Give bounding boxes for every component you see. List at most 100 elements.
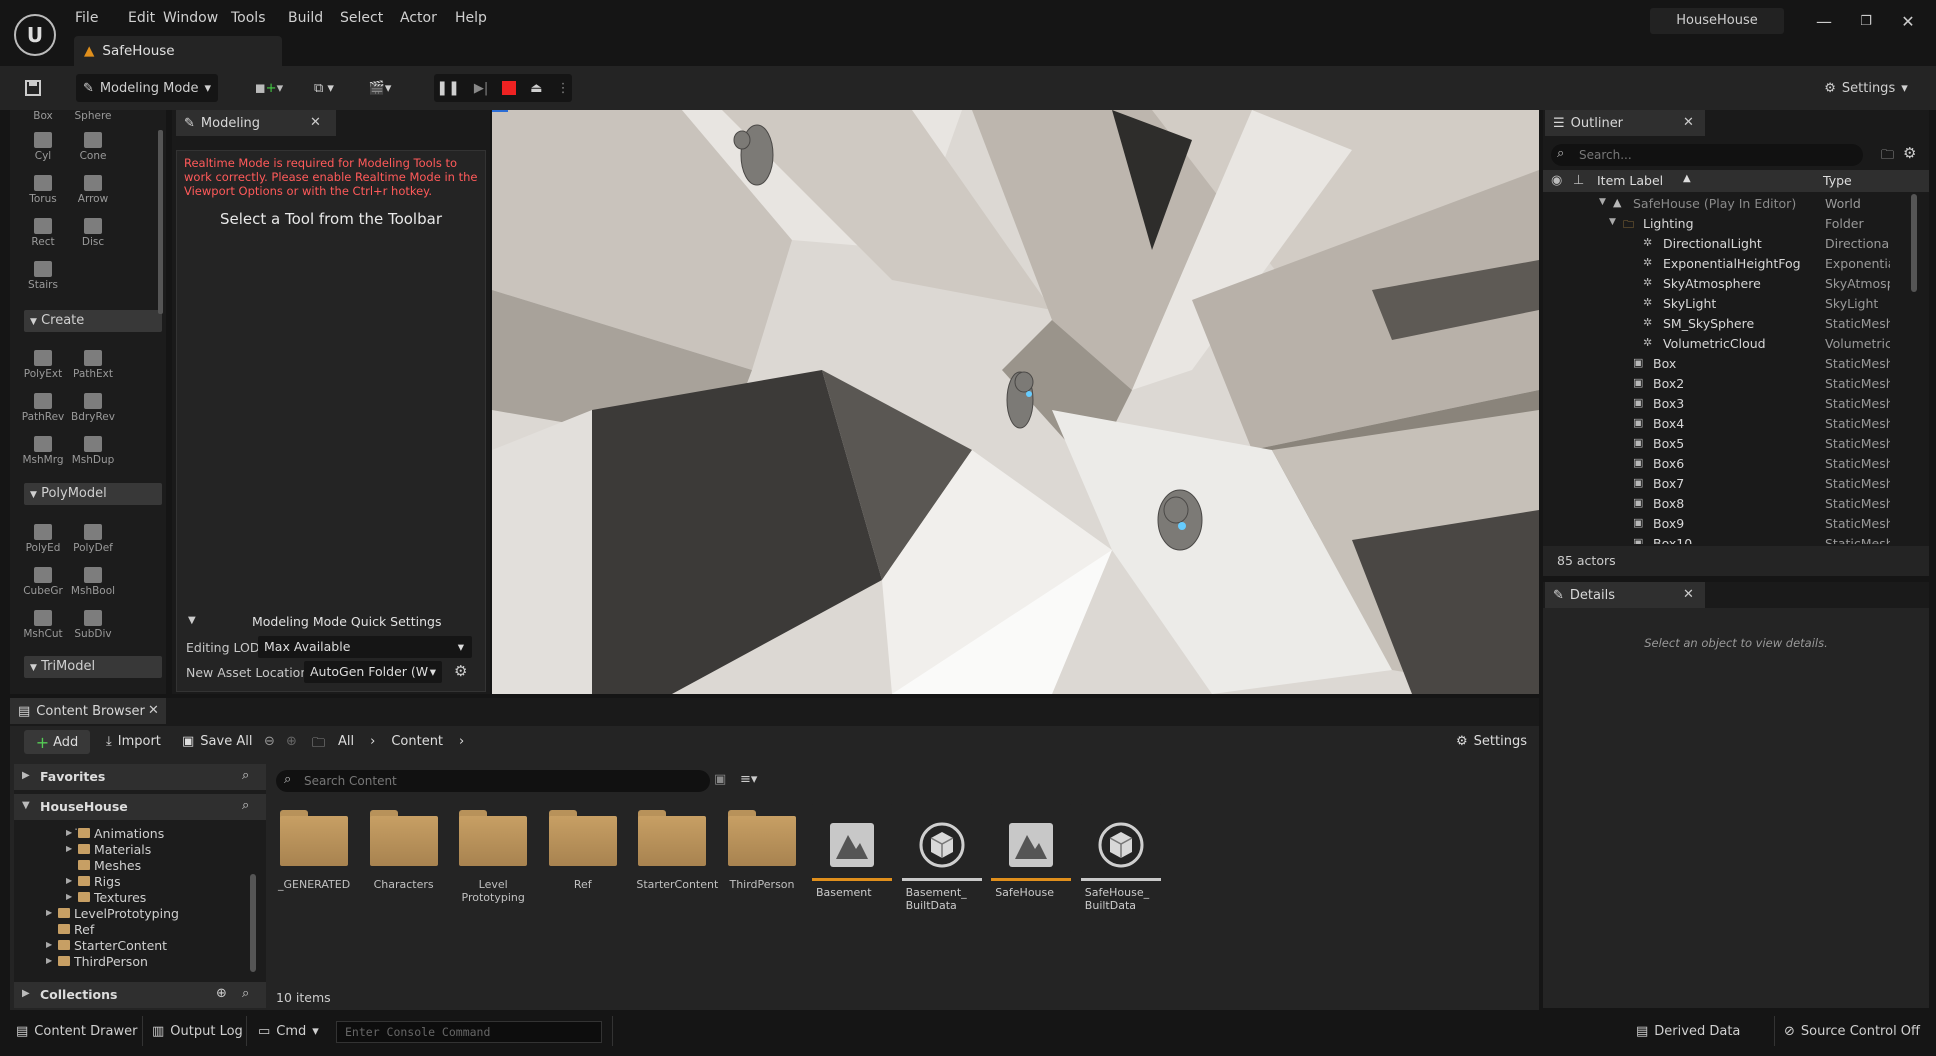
folder-item[interactable]: Level Prototyping [457, 810, 529, 904]
tool-arrow[interactable]: Arrow [68, 175, 118, 205]
tab-content-browser[interactable]: ▤ Content Browser [10, 698, 166, 724]
tool-stairs[interactable]: Stairs [18, 261, 68, 291]
filter-icon[interactable]: ≡▾ [740, 772, 757, 787]
tool-pathext[interactable]: PathExt [68, 350, 118, 380]
collapse-arrow-icon[interactable]: ▼ [188, 615, 196, 626]
asset-tile[interactable]: Basement_ BuiltData [901, 802, 982, 934]
menu-tools[interactable]: Tools [231, 10, 266, 26]
outliner-row[interactable]: ✲ ExponentialHeightFog ExponentialHe [1543, 254, 1890, 274]
collections-header[interactable]: Collections [14, 982, 266, 1008]
outliner-row[interactable]: ▼ 🗀 Lighting Folder [1543, 214, 1888, 234]
tool-sphere[interactable]: Sphere [68, 110, 118, 122]
outliner-search-input[interactable]: Search... [1551, 144, 1863, 166]
tree-item[interactable]: ▶ ThirdPerson [14, 954, 254, 970]
outliner-row[interactable]: ▣ Box5 StaticMeshAct [1543, 434, 1890, 454]
tool-bdryrev[interactable]: BdryRev [68, 393, 118, 423]
col-item-label[interactable]: Item Label [1597, 173, 1663, 188]
tool-mshbool[interactable]: MshBool [68, 567, 118, 597]
outliner-row[interactable]: ▣ Box StaticMeshAct [1543, 354, 1890, 374]
minimize-icon[interactable]: — [1814, 12, 1834, 32]
menu-help[interactable]: Help [455, 10, 487, 26]
forward-icon[interactable]: ⊕ [286, 734, 297, 749]
asset-location-select[interactable]: AutoGen Folder (W ▾ [304, 661, 442, 683]
cmd-button[interactable]: ▭ Cmd ▾ [258, 1018, 319, 1044]
save-search-icon[interactable]: ▣ [714, 772, 726, 787]
cinematics-button[interactable]: 🎬▾ [358, 74, 402, 102]
save-icon[interactable] [16, 74, 50, 102]
project-header[interactable]: HouseHouse [14, 794, 266, 820]
settings-button[interactable]: ⚙ Settings ▾ [1818, 74, 1914, 102]
restore-icon[interactable]: ❐ [1856, 12, 1876, 32]
outliner-scrollbar[interactable] [1911, 194, 1917, 292]
category-create[interactable]: ▼ Create [24, 310, 162, 332]
outliner-row[interactable]: ✲ VolumetricCloud VolumetricClo [1543, 334, 1890, 354]
eject-icon[interactable]: ⏏ [530, 81, 542, 96]
close-tab-icon[interactable]: ✕ [1683, 115, 1694, 130]
tree-item[interactable]: ▶ StarterContent [14, 938, 254, 954]
close-tab-icon[interactable]: ✕ [310, 115, 321, 130]
search-icon[interactable]: ⌕ [242, 986, 249, 1001]
outliner-row[interactable]: ▣ Box3 StaticMeshAct [1543, 394, 1890, 414]
outliner-row[interactable]: ✲ DirectionalLight DirectionalLigh [1543, 234, 1890, 254]
level-tab[interactable]: ▲ SafeHouse [74, 36, 282, 66]
add-button[interactable]: + Add [24, 730, 90, 754]
search-icon[interactable]: ⌕ [242, 768, 249, 783]
tree-item[interactable]: Meshes [14, 858, 254, 874]
more-icon[interactable]: ⋮ [557, 81, 570, 96]
tool-polyext[interactable]: PolyExt [18, 350, 68, 380]
tool-mshmrg[interactable]: MshMrg [18, 436, 68, 466]
tool-cubegr[interactable]: CubeGr [18, 567, 68, 597]
close-tab-icon[interactable]: ✕ [148, 703, 159, 718]
tool-mshdup[interactable]: MshDup [68, 436, 118, 466]
import-button[interactable]: ⤓ Import [106, 734, 161, 749]
category-trimodel[interactable]: ▼ TriModel [24, 656, 162, 678]
tool-polydef[interactable]: PolyDef [68, 524, 118, 554]
outliner-row[interactable]: ▣ Box9 StaticMeshAct [1543, 514, 1890, 534]
tool-torus[interactable]: Torus [18, 175, 68, 205]
tool-polyed[interactable]: PolyEd [18, 524, 68, 554]
cb-settings-button[interactable]: ⚙ Settings [1456, 734, 1527, 749]
crumb-content[interactable]: Content [391, 734, 443, 749]
tree-item[interactable]: ▶ Materials [14, 842, 254, 858]
tool-cone[interactable]: Cone [68, 132, 118, 162]
content-search-input[interactable]: Search Content [276, 770, 710, 792]
tab-outliner[interactable]: ☰ Outliner [1545, 110, 1705, 136]
outliner-row[interactable]: ▣ Box6 StaticMeshAct [1543, 454, 1890, 474]
tree-item[interactable]: Ref [14, 922, 254, 938]
pin-icon[interactable]: ⊥ [1573, 173, 1584, 188]
close-icon[interactable]: ✕ [1898, 12, 1918, 32]
gear-icon[interactable]: ⚙ [1903, 144, 1916, 162]
outliner-row[interactable]: ✲ SkyLight SkyLight [1543, 294, 1888, 314]
palette-scrollbar[interactable] [158, 130, 163, 314]
tool-cyl[interactable]: Cyl [18, 132, 68, 162]
outliner-row[interactable]: ✲ SM_SkySphere StaticMeshAct [1543, 314, 1890, 334]
tool-subdiv[interactable]: SubDiv [68, 610, 118, 640]
tree-item[interactable]: ▶ LevelPrototyping [14, 906, 254, 922]
tool-mshcut[interactable]: MshCut [18, 610, 68, 640]
outliner-row[interactable]: ▣ Box4 StaticMeshAct [1543, 414, 1890, 434]
new-folder-icon[interactable]: 🗀 [1881, 146, 1894, 168]
menu-edit[interactable]: Edit [128, 10, 155, 26]
stop-icon[interactable] [502, 81, 517, 95]
folder-item[interactable]: Ref [547, 810, 619, 891]
blueprint-button[interactable]: ⧉ ▾ [302, 74, 346, 102]
menu-window[interactable]: Window [163, 10, 218, 26]
tool-pathrev[interactable]: PathRev [18, 393, 68, 423]
outliner-row[interactable]: ▣ Box10 StaticMeshAct [1543, 534, 1890, 544]
editing-lod-select[interactable]: Max Available ▾ [258, 636, 472, 658]
asset-tile[interactable]: Basement [812, 802, 892, 934]
col-type[interactable]: Type [1823, 173, 1852, 188]
asset-tile[interactable]: SafeHouse_ BuiltData [1080, 802, 1161, 934]
console-input[interactable]: Enter Console Command [336, 1021, 602, 1043]
back-icon[interactable]: ⊖ [264, 734, 275, 749]
crumb-all[interactable]: All [338, 734, 354, 749]
gear-icon[interactable]: ⚙ [454, 662, 467, 680]
tree-item[interactable]: ▶ Animations [14, 826, 254, 842]
folder-item[interactable]: ThirdPerson [726, 810, 798, 891]
folder-item[interactable]: StarterContent [636, 810, 718, 891]
tool-rect[interactable]: Rect [18, 218, 68, 248]
tree-scrollbar[interactable] [250, 874, 256, 972]
add-collection-icon[interactable]: ⊕ [216, 986, 227, 1001]
save-all-button[interactable]: ▣ Save All [182, 734, 252, 749]
add-actor-button[interactable]: ◼+▾ [248, 74, 290, 102]
